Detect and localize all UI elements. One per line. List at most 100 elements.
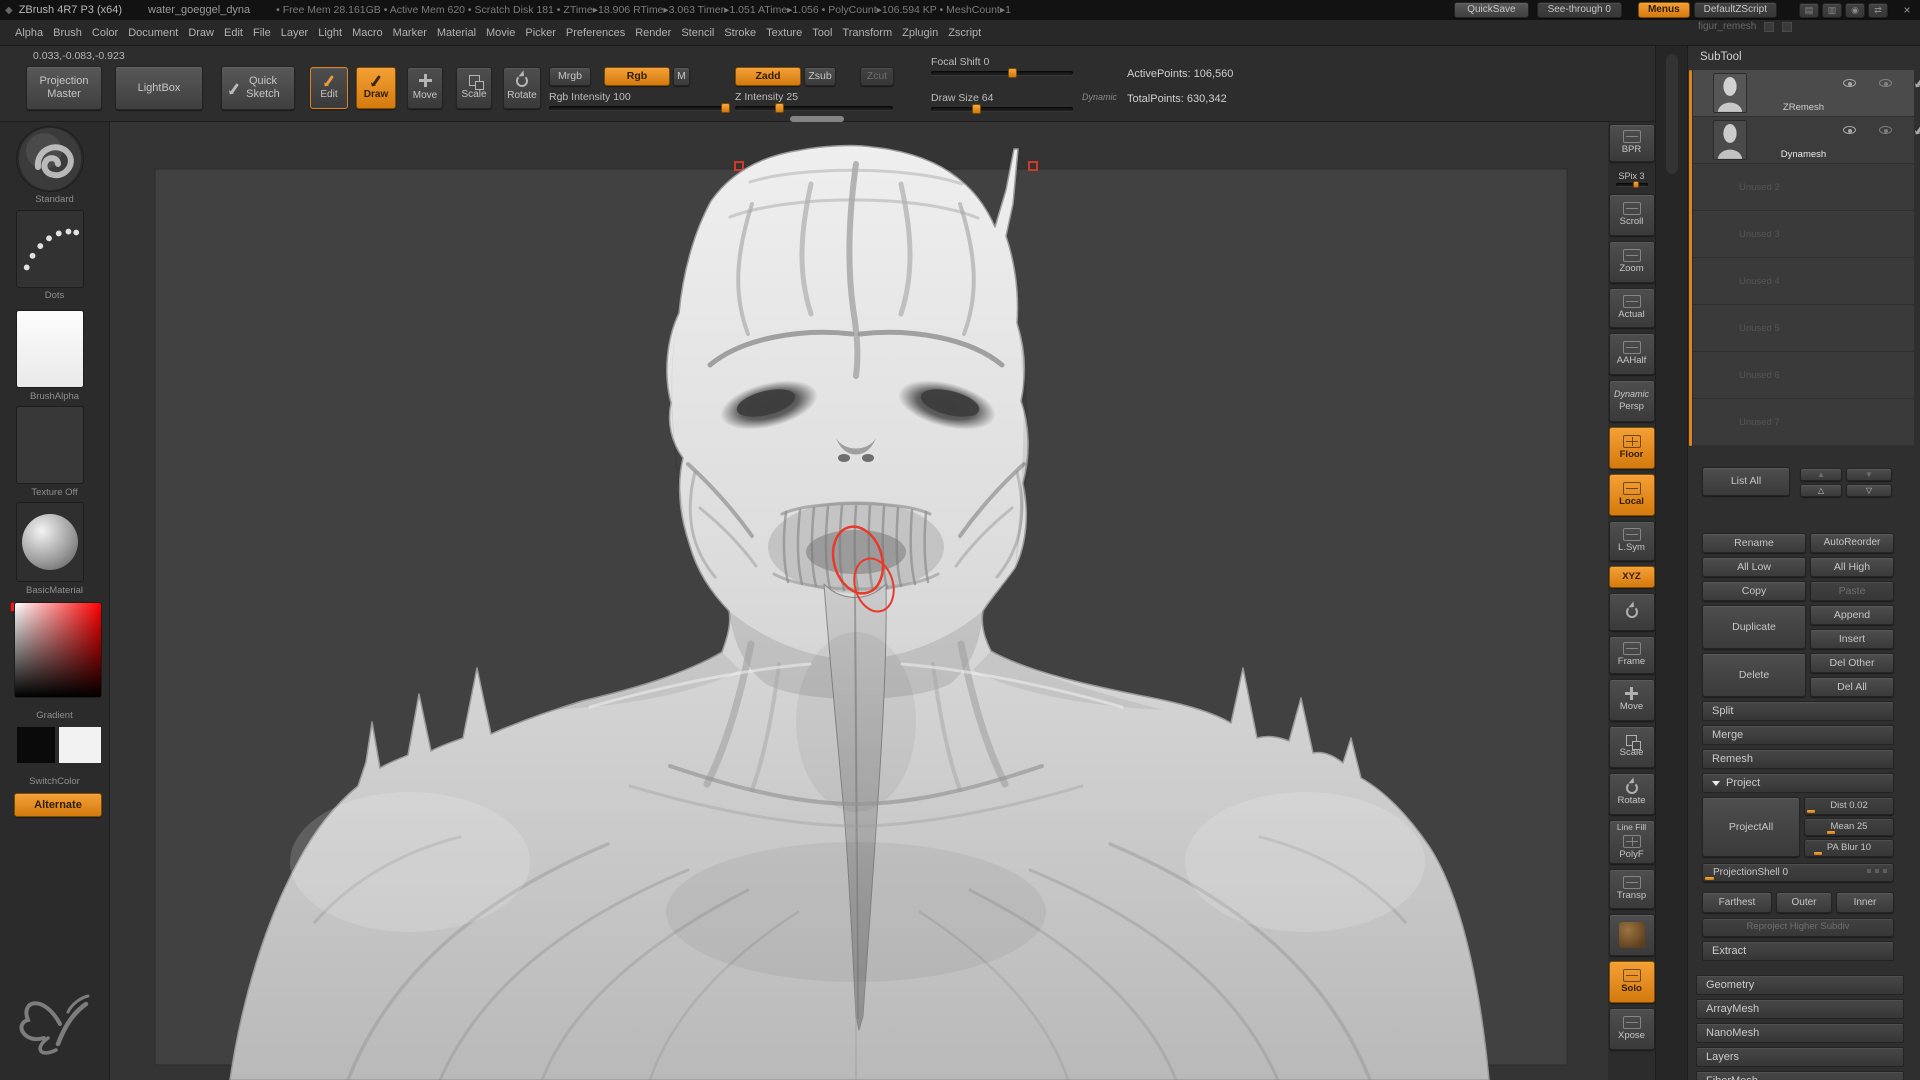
subtool-render-eye-icon[interactable] <box>1879 79 1893 87</box>
paste-button[interactable]: Paste <box>1810 581 1894 601</box>
nanomesh-section[interactable]: NanoMesh <box>1696 1023 1904 1043</box>
sculpt-canvas[interactable] <box>110 122 1610 1080</box>
quick-sketch-button[interactable]: Quick Sketch <box>221 66 295 110</box>
current-material-thumbnail[interactable] <box>16 502 84 582</box>
current-stroke-thumbnail[interactable] <box>16 210 84 288</box>
menu-macro[interactable]: Macro <box>352 27 383 39</box>
subtool-empty-slot[interactable]: Unused 2 <box>1693 164 1914 211</box>
mrgb-button[interactable]: Mrgb <box>549 67 591 86</box>
menu-stroke[interactable]: Stroke <box>724 27 756 39</box>
focal-shift-handle[interactable] <box>1007 68 1017 78</box>
outer-button[interactable]: Outer <box>1776 892 1832 913</box>
menu-texture[interactable]: Texture <box>766 27 802 39</box>
menu-color[interactable]: Color <box>92 27 118 39</box>
all-high-button[interactable]: All High <box>1810 557 1894 577</box>
menu-brush[interactable]: Brush <box>53 27 82 39</box>
menu-marker[interactable]: Marker <box>393 27 427 39</box>
projection-shell-slider[interactable]: ProjectionShell 0 <box>1702 863 1894 882</box>
project-all-button[interactable]: ProjectAll <box>1702 797 1800 857</box>
record-icon[interactable]: ◉ <box>1845 2 1865 18</box>
menu-preferences[interactable]: Preferences <box>566 27 625 39</box>
rename-button[interactable]: Rename <box>1702 533 1806 553</box>
xyz-button[interactable]: XYZ <box>1608 566 1655 588</box>
quicksave-button[interactable]: QuickSave <box>1454 2 1529 18</box>
current-alpha-thumbnail[interactable] <box>16 310 84 388</box>
color-picker[interactable] <box>14 602 102 698</box>
menu-zplugin[interactable]: Zplugin <box>902 27 938 39</box>
rgb-intensity-handle[interactable] <box>721 103 730 113</box>
insert-button[interactable]: Insert <box>1810 629 1894 649</box>
menu-alpha[interactable]: Alpha <box>15 27 43 39</box>
menu-zscript[interactable]: Zscript <box>948 27 981 39</box>
pivot-reset-button[interactable] <box>1608 593 1655 631</box>
list-all-button[interactable]: List All <box>1702 467 1790 496</box>
menus-button[interactable]: Menus <box>1637 2 1690 18</box>
subtool-render-eye-icon[interactable] <box>1879 126 1893 134</box>
subtool-move-down-button[interactable]: ▼ <box>1846 468 1892 481</box>
subtool-move-bottom-button[interactable]: ▽ <box>1846 484 1892 497</box>
secondary-color-swatch[interactable] <box>58 726 102 764</box>
xpose-button[interactable]: Xpose <box>1608 1008 1655 1050</box>
menu-layer[interactable]: Layer <box>281 27 309 39</box>
zoom-button[interactable]: Zoom <box>1608 241 1655 283</box>
subtool-visibility-eye-icon[interactable] <box>1843 126 1856 134</box>
move-button[interactable]: Move <box>407 67 443 109</box>
polyframe-button[interactable]: Line Fill PolyF <box>1608 820 1655 864</box>
menu-movie[interactable]: Movie <box>486 27 515 39</box>
menu-material[interactable]: Material <box>437 27 476 39</box>
lightbox-button[interactable]: LightBox <box>115 66 203 110</box>
subtool-row-dynamesh[interactable]: Dynamesh <box>1693 117 1920 164</box>
subtool-empty-slot[interactable]: Unused 4 <box>1693 258 1914 305</box>
menu-stencil[interactable]: Stencil <box>681 27 714 39</box>
subtool-paint-icon[interactable] <box>1916 76 1920 87</box>
menu-document[interactable]: Document <box>128 27 178 39</box>
subtool-paint-icon[interactable] <box>1916 123 1920 134</box>
current-brush-thumbnail[interactable] <box>16 126 84 192</box>
duplicate-button[interactable]: Duplicate <box>1702 605 1806 649</box>
menu-transform[interactable]: Transform <box>842 27 892 39</box>
menu-tool[interactable]: Tool <box>812 27 832 39</box>
scroll-button[interactable]: Scroll <box>1608 194 1655 236</box>
zadd-button[interactable]: Zadd <box>735 67 801 86</box>
focal-shift-slider[interactable]: Focal Shift 0 <box>931 56 1073 78</box>
subtool-empty-slot[interactable]: Unused 7 <box>1693 399 1914 446</box>
layers-section[interactable]: Layers <box>1696 1047 1904 1067</box>
del-other-button[interactable]: Del Other <box>1810 653 1894 673</box>
append-button[interactable]: Append <box>1810 605 1894 625</box>
project-section[interactable]: Project <box>1702 773 1894 793</box>
rotate-button[interactable]: Rotate <box>503 67 541 109</box>
draw-button[interactable]: Draw <box>356 67 396 109</box>
remesh-section[interactable]: Remesh <box>1702 749 1894 769</box>
alternate-button[interactable]: Alternate <box>14 793 102 817</box>
rgb-button[interactable]: Rgb <box>604 67 670 86</box>
nav-rotate-button[interactable]: Rotate <box>1608 773 1655 815</box>
mean-handle[interactable] <box>1827 831 1835 834</box>
nav-move-button[interactable]: Move <box>1608 679 1655 721</box>
merge-section[interactable]: Merge <box>1702 725 1894 745</box>
split-section[interactable]: Split <box>1702 701 1894 721</box>
subtool-header[interactable]: SubTool <box>1700 51 1742 63</box>
subtool-empty-slot[interactable]: Unused 3 <box>1693 211 1914 258</box>
subtool-row-zremesh[interactable]: ZRemesh <box>1693 70 1920 117</box>
arraymesh-section[interactable]: ArrayMesh <box>1696 999 1904 1019</box>
z-intensity-slider[interactable]: Z Intensity 25 <box>735 91 893 113</box>
main-color-swatch[interactable] <box>16 726 56 764</box>
menu-picker[interactable]: Picker <box>525 27 556 39</box>
scale-button[interactable]: Scale <box>456 67 492 109</box>
transp-button[interactable]: Transp <box>1608 869 1655 909</box>
spix-handle[interactable] <box>1633 180 1640 188</box>
solo-button[interactable]: Solo <box>1608 961 1655 1003</box>
ghost-material-button[interactable] <box>1608 914 1655 956</box>
local-button[interactable]: Local <box>1608 474 1655 516</box>
swap-icon[interactable]: ⇄ <box>1868 2 1888 18</box>
current-texture-thumbnail[interactable] <box>16 406 84 484</box>
lsym-button[interactable]: L.Sym <box>1608 521 1655 561</box>
m-button[interactable]: M <box>673 67 690 86</box>
draw-size-slider[interactable]: Draw Size 64 <box>931 92 1073 114</box>
pa-blur-handle[interactable] <box>1813 852 1822 855</box>
subtool-empty-slot[interactable]: Unused 5 <box>1693 305 1914 352</box>
dist-slider[interactable]: Dist 0.02 <box>1804 797 1894 815</box>
menu-light[interactable]: Light <box>318 27 342 39</box>
floor-button[interactable]: Floor <box>1608 427 1655 469</box>
menu-draw[interactable]: Draw <box>188 27 214 39</box>
